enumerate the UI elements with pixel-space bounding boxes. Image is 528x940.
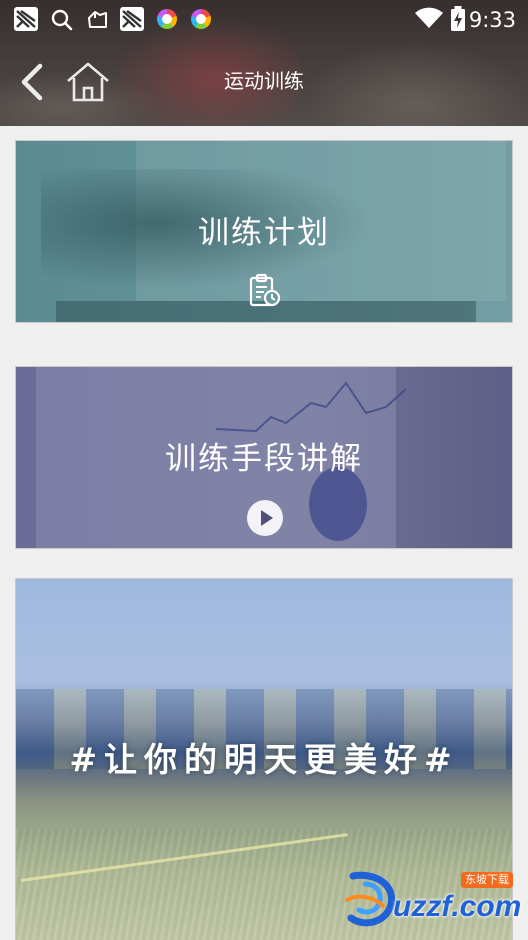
training-plan-card[interactable]: 训练计划 — [15, 140, 513, 323]
training-plan-title: 训练计划 — [198, 215, 330, 251]
wifi-icon — [414, 6, 444, 34]
title-bar: 运动训练 — [0, 40, 528, 126]
play-icon — [261, 510, 273, 526]
training-method-card[interactable]: 训练手段讲解 — [15, 366, 513, 549]
battery-charging-icon — [450, 6, 466, 36]
clipboard-timer-icon — [249, 273, 281, 307]
status-bar: 9:33 — [0, 0, 528, 40]
page-title: 运动训练 — [224, 69, 304, 93]
color-app-icon — [154, 6, 180, 32]
notification-app-icon — [120, 7, 144, 31]
slogan-text: #让你的明天更美好# — [69, 740, 459, 779]
color-app-icon — [188, 6, 214, 32]
status-time: 9:33 — [468, 8, 516, 32]
play-button[interactable] — [247, 500, 283, 536]
watermark-tag: 东坡下载 — [461, 872, 513, 888]
uzzf-watermark: 东坡下载 uzzf.com — [343, 870, 523, 932]
watermark-text: uzzf.com — [393, 890, 522, 923]
notification-app-icon — [14, 7, 38, 31]
training-method-title: 训练手段讲解 — [165, 441, 363, 477]
uzzf-logo-icon — [345, 871, 396, 927]
search-icon — [50, 8, 74, 36]
bag-icon — [86, 8, 110, 36]
app-header: 9:33 运动训练 — [0, 0, 528, 126]
